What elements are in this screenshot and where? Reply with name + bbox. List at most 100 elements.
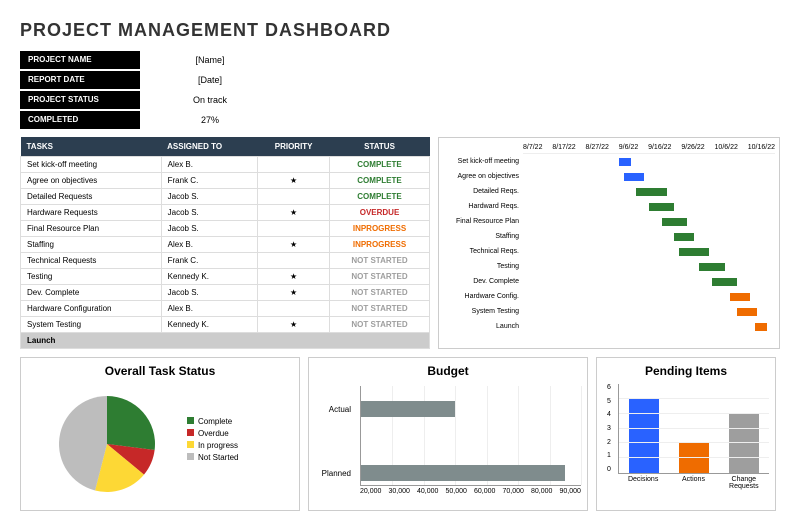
- budget-tick: 70,000: [503, 488, 524, 495]
- budget-tick: 90,000: [560, 488, 581, 495]
- budget-bar: [361, 401, 455, 417]
- gantt-bar: [619, 158, 632, 166]
- gantt-row: Launch: [443, 319, 775, 334]
- budget-label: Actual: [316, 405, 356, 414]
- budget-tick: 60,000: [474, 488, 495, 495]
- task-cell: Dev. Complete: [21, 285, 162, 301]
- gantt-task-label: Hardward Reqs.: [443, 203, 523, 210]
- legend-item: Not Started: [187, 453, 238, 462]
- status-cell: COMPLETE: [330, 157, 430, 173]
- gantt-row: System Testing: [443, 304, 775, 319]
- table-row: System Testing Kennedy K. ★ NOT STARTED: [21, 317, 430, 333]
- pending-ytick: 4: [607, 411, 611, 418]
- priority-cell: [258, 189, 330, 205]
- budget-title: Budget: [315, 364, 581, 378]
- page-title: PROJECT MANAGEMENT DASHBOARD: [20, 20, 780, 41]
- priority-cell: [258, 221, 330, 237]
- gantt-row: Technical Reqs.: [443, 244, 775, 259]
- assigned-cell: Jacob S.: [161, 221, 258, 237]
- priority-cell: ★: [258, 173, 330, 189]
- table-row: Hardware Requests Jacob S. ★ OVERDUE: [21, 205, 430, 221]
- assigned-cell: Jacob S.: [161, 189, 258, 205]
- budget-tick: 50,000: [446, 488, 467, 495]
- launch-row: Launch: [21, 333, 430, 349]
- gantt-row: Agree on objectives: [443, 169, 775, 184]
- gantt-chart: 8/7/228/17/228/27/229/6/229/16/229/26/22…: [438, 137, 780, 349]
- budget-tick: 20,000: [360, 488, 381, 495]
- legend-item: Overdue: [187, 429, 238, 438]
- gantt-task-label: Staffing: [443, 233, 523, 240]
- table-row: Final Resource Plan Jacob S. INPROGRESS: [21, 221, 430, 237]
- gantt-task-label: Set kick-off meeting: [443, 158, 523, 165]
- pending-ytick: 2: [607, 439, 611, 446]
- gantt-row: Testing: [443, 259, 775, 274]
- pending-ytick: 6: [607, 384, 611, 391]
- assigned-cell: Alex B.: [161, 157, 258, 173]
- priority-cell: ★: [258, 237, 330, 253]
- gantt-date: 9/6/22: [619, 144, 638, 151]
- budget-chart: Budget Actual Planned 20,000 30,000 40,000…: [308, 357, 588, 511]
- project-name-value: [Name]: [140, 51, 280, 69]
- priority-cell: [258, 157, 330, 173]
- pending-xlabel: Actions: [669, 476, 719, 490]
- status-cell: OVERDUE: [330, 205, 430, 221]
- overall-task-status-chart: Overall Task Status CompleteOverdueIn pr…: [20, 357, 300, 511]
- th-status: STATUS: [330, 137, 430, 157]
- legend-item: Complete: [187, 417, 238, 426]
- budget-tick: 40,000: [417, 488, 438, 495]
- gantt-date: 8/27/22: [586, 144, 609, 151]
- th-assigned: ASSIGNED TO: [161, 137, 258, 157]
- gantt-date: 10/16/22: [748, 144, 775, 151]
- priority-cell: ★: [258, 317, 330, 333]
- budget-label: Planned: [316, 469, 356, 478]
- assigned-cell: Frank C.: [161, 173, 258, 189]
- task-cell: Final Resource Plan: [21, 221, 162, 237]
- assigned-cell: Alex B.: [161, 237, 258, 253]
- gantt-bar: [624, 173, 644, 181]
- status-cell: INPROGRESS: [330, 237, 430, 253]
- gantt-date: 9/16/22: [648, 144, 671, 151]
- pending-ytick: 0: [607, 466, 611, 473]
- task-cell: Hardware Configuration: [21, 301, 162, 317]
- gantt-date: 8/17/22: [552, 144, 575, 151]
- table-row: Set kick-off meeting Alex B. COMPLETE: [21, 157, 430, 173]
- legend-item: In progress: [187, 441, 238, 450]
- status-cell: COMPLETE: [330, 189, 430, 205]
- gantt-bar: [636, 188, 666, 196]
- pending-ytick: 3: [607, 425, 611, 432]
- gantt-bar: [662, 218, 687, 226]
- gantt-bar: [730, 293, 750, 301]
- status-cell: COMPLETE: [330, 173, 430, 189]
- completed-label: COMPLETED: [20, 111, 140, 129]
- assigned-cell: Jacob S.: [161, 205, 258, 221]
- task-cell: Staffing: [21, 237, 162, 253]
- task-cell: Detailed Requests: [21, 189, 162, 205]
- gantt-row: Set kick-off meeting: [443, 154, 775, 169]
- priority-cell: [258, 301, 330, 317]
- th-tasks: TASKS: [21, 137, 162, 157]
- table-row: Dev. Complete Jacob S. ★ NOT STARTED: [21, 285, 430, 301]
- status-cell: NOT STARTED: [330, 301, 430, 317]
- task-cell: Hardware Requests: [21, 205, 162, 221]
- status-cell: INPROGRESS: [330, 221, 430, 237]
- task-cell: Technical Requests: [21, 253, 162, 269]
- gantt-task-label: Final Resource Plan: [443, 218, 523, 225]
- assigned-cell: Frank C.: [161, 253, 258, 269]
- pending-bar: [629, 399, 659, 473]
- project-status-label: PROJECT STATUS: [20, 91, 140, 109]
- project-name-label: PROJECT NAME: [20, 51, 140, 69]
- priority-cell: ★: [258, 205, 330, 221]
- project-status-value: On track: [140, 91, 280, 109]
- gantt-date: 8/7/22: [523, 144, 542, 151]
- task-cell: System Testing: [21, 317, 162, 333]
- gantt-task-label: Launch: [443, 323, 523, 330]
- assigned-cell: Kennedy K.: [161, 269, 258, 285]
- assigned-cell: Kennedy K.: [161, 317, 258, 333]
- table-row: Hardware Configuration Alex B. NOT START…: [21, 301, 430, 317]
- assigned-cell: Alex B.: [161, 301, 258, 317]
- budget-bar: [361, 465, 565, 481]
- gantt-row: Dev. Complete: [443, 274, 775, 289]
- pending-xlabel: Decisions: [618, 476, 668, 490]
- budget-tick: 80,000: [531, 488, 552, 495]
- budget-tick: 30,000: [389, 488, 410, 495]
